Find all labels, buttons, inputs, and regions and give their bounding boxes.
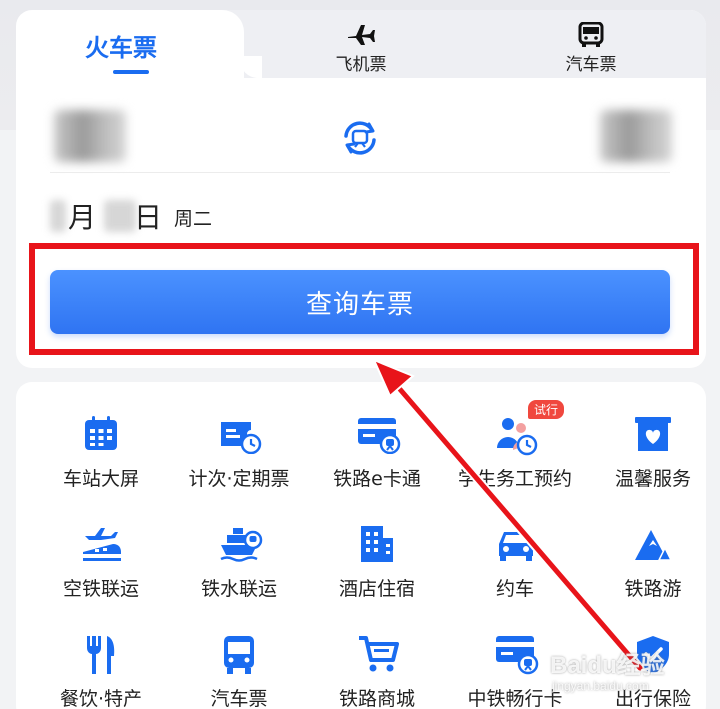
hotel-icon — [357, 524, 397, 564]
tab-train-label: 火车票 — [85, 34, 157, 62]
service-label: 铁水联运 — [200, 578, 277, 600]
service-car-hailing[interactable]: 约车 — [446, 524, 584, 624]
departure-station-field[interactable] — [54, 110, 126, 162]
plane-train-icon — [81, 524, 121, 564]
service-label: 酒店住宿 — [338, 578, 415, 600]
service-label: 铁路商城 — [338, 688, 415, 709]
service-label: 约车 — [495, 578, 534, 600]
tab-bus-ticket[interactable]: 汽车票 — [546, 10, 636, 78]
rail-card-icon — [357, 414, 401, 455]
car-icon — [495, 524, 535, 564]
baidu-watermark: Baidu经验 jingyan.baidu.com — [550, 645, 720, 709]
service-label: 汽车票 — [210, 688, 268, 709]
route-selector — [16, 90, 706, 180]
service-caring-service[interactable]: 温馨服务 — [584, 414, 720, 514]
swap-stations-icon[interactable] — [338, 116, 382, 160]
tab-flight-ticket[interactable]: 飞机票 — [316, 10, 406, 78]
day-label: 日 — [134, 201, 163, 234]
service-label: 铁路游 — [624, 578, 682, 600]
bus-icon — [219, 634, 259, 674]
service-rail-mall[interactable]: 铁路商城 — [308, 634, 446, 709]
mountain-icon — [633, 524, 673, 564]
service-bus-ticket[interactable]: 汽车票 — [170, 634, 308, 709]
active-tab-indicator — [113, 70, 149, 74]
service-air-rail[interactable]: 空铁联运 — [32, 524, 170, 624]
weekday-label: 周二 — [174, 208, 213, 230]
fork-knife-icon — [81, 634, 121, 674]
arrival-station-field[interactable] — [600, 110, 672, 162]
bus-front-icon — [576, 21, 606, 47]
service-label: 温馨服务 — [614, 468, 691, 490]
people-clock-icon — [495, 414, 538, 456]
service-label: 计次·定期票 — [188, 468, 290, 490]
service-student-worker-booking[interactable]: 试行 学生务工预约 — [446, 400, 584, 514]
trial-badge: 试行 — [528, 400, 565, 419]
airplane-icon — [346, 22, 376, 46]
month-label: 月 — [68, 201, 97, 234]
service-label: 餐饮·特产 — [59, 688, 143, 709]
service-rail-tour[interactable]: 铁路游 — [584, 524, 720, 624]
watermark-logo-text: Baidu经验 — [550, 652, 665, 679]
ship-icon — [219, 524, 263, 564]
search-tickets-button[interactable]: 查询车票 — [50, 270, 670, 334]
ticket-clock-icon — [219, 414, 262, 455]
day-value-blurred — [104, 200, 136, 232]
service-label: 学生务工预约 — [457, 468, 572, 490]
heart-box-icon — [633, 414, 673, 454]
tab-train-ticket[interactable]: 火车票 — [46, 10, 196, 78]
service-dining-specialty[interactable]: 餐饮·特产 — [32, 634, 170, 709]
tab-flight-label: 飞机票 — [335, 55, 387, 75]
service-label: 铁路e卡通 — [333, 468, 421, 490]
ticket-type-tabs: 火车票 飞机票 汽车票 — [16, 10, 706, 88]
service-hotel[interactable]: 酒店住宿 — [308, 524, 446, 624]
calendar-grid-icon — [81, 414, 121, 454]
tab-bus-label: 汽车票 — [565, 55, 617, 75]
month-value-blurred — [50, 200, 66, 232]
service-rail-ecard[interactable]: 铁路e卡通 — [308, 414, 446, 514]
service-count-period-ticket[interactable]: 计次·定期票 — [170, 414, 308, 514]
service-label: 空铁联运 — [62, 578, 139, 600]
watermark-url: jingyan.baidu.com — [552, 679, 649, 693]
service-station-screen[interactable]: 车站大屏 — [32, 414, 170, 514]
service-rail-water[interactable]: 铁水联运 — [170, 524, 308, 624]
route-divider — [50, 172, 670, 173]
service-label: 车站大屏 — [62, 468, 139, 490]
cart-icon — [357, 634, 399, 674]
date-selector[interactable]: 月 日 周二 — [46, 190, 666, 240]
train-card-icon — [495, 634, 539, 675]
